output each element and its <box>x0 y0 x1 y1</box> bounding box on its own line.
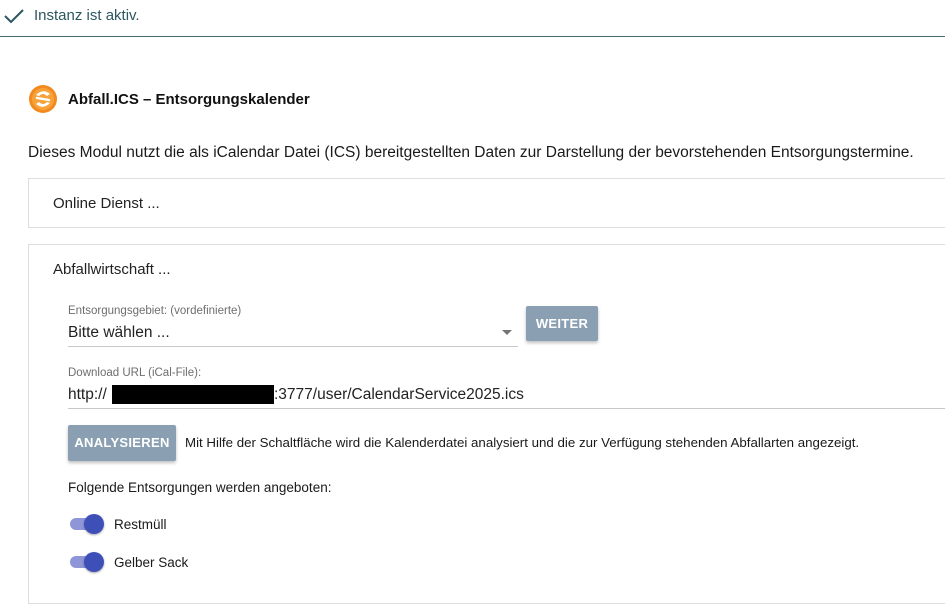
download-url-label: Download URL (iCal-File): <box>68 367 202 379</box>
waste-management-title[interactable]: Abfallwirtschaft ... <box>53 261 171 278</box>
abfall-logo-icon <box>29 85 57 113</box>
url-suffix: :3777/user/CalendarService2025.ics <box>274 386 524 403</box>
offered-label: Folgende Entsorgungen werden angeboten: <box>68 480 332 495</box>
module-header: Abfall.ICS – Entsorgungskalender <box>28 83 310 115</box>
toggle-thumb <box>84 552 104 572</box>
restmuell-toggle[interactable] <box>68 513 104 535</box>
check-icon <box>4 9 24 24</box>
status-text: Instanz ist aktiv. <box>34 7 140 24</box>
area-select[interactable]: Bitte wählen ... <box>68 320 518 347</box>
online-service-title[interactable]: Online Dienst ... <box>53 195 160 212</box>
toggle-thumb <box>84 514 104 534</box>
gelber-sack-toggle[interactable] <box>68 551 104 573</box>
online-service-panel[interactable]: Online Dienst ... <box>28 178 945 228</box>
redacted-block <box>112 385 274 404</box>
weiter-button[interactable]: WEITER <box>526 306 598 341</box>
chevron-down-icon <box>502 330 512 335</box>
download-url-input[interactable]: http:// :3777/user/CalendarService2025.i… <box>68 382 945 409</box>
status-bar: Instanz ist aktiv. <box>0 0 945 37</box>
gelber-sack-label: Gelber Sack <box>114 554 189 570</box>
toggle-row-restmuell: Restmüll <box>68 513 167 535</box>
waste-management-panel: Abfallwirtschaft ... <box>28 244 945 604</box>
area-select-label: Entsorgungsgebiet: (vordefinierte) <box>68 305 242 317</box>
analyze-help-text: Mit Hilfe der Schaltfläche wird die Kale… <box>185 435 860 450</box>
module-description: Dieses Modul nutzt die als iCalendar Dat… <box>28 144 914 161</box>
toggle-row-gelber-sack: Gelber Sack <box>68 551 188 573</box>
module-title: Abfall.ICS – Entsorgungskalender <box>68 90 310 108</box>
area-select-value: Bitte wählen ... <box>68 324 170 341</box>
url-prefix: http:// <box>68 386 107 403</box>
analysieren-button[interactable]: ANALYSIEREN <box>68 425 176 461</box>
restmuell-label: Restmüll <box>114 516 167 532</box>
